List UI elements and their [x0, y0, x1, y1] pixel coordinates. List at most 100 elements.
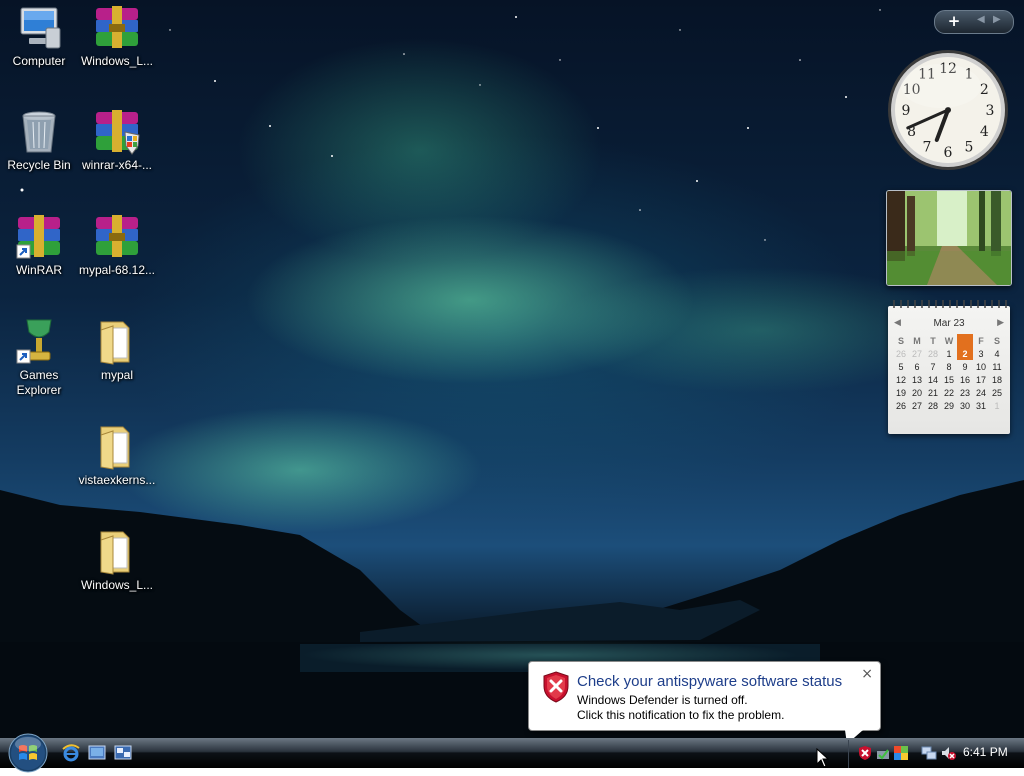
calendar-day[interactable]: 18: [989, 373, 1005, 386]
calendar-day[interactable]: 24: [973, 386, 989, 399]
internet-explorer-icon[interactable]: [62, 744, 80, 762]
calendar-day[interactable]: 21: [925, 386, 941, 399]
sidebar-controls: + ◀ ▶: [934, 10, 1014, 34]
calendar-weekday: S: [897, 335, 904, 346]
close-icon[interactable]: ×: [861, 666, 873, 682]
winrar-shortcut-icon: [15, 213, 63, 261]
next-gadgets-button[interactable]: ▶: [993, 14, 1001, 25]
forest-path-photo: [887, 191, 1011, 285]
folder-icon: [93, 423, 141, 471]
calendar-day[interactable]: 10: [973, 360, 989, 373]
clock-number: 7: [923, 139, 932, 155]
calendar-day[interactable]: 3: [973, 347, 989, 360]
desktop-icon-winrar-installer[interactable]: winrar-x64-...: [78, 108, 156, 173]
icon-label: mypal: [100, 368, 133, 382]
calendar-day[interactable]: 9: [957, 360, 973, 373]
show-desktop-icon[interactable]: [88, 744, 106, 762]
calendar-gadget[interactable]: ◀ Mar 23 ▶ S M T W T F S 26 27 28 1 2 3 4 5 6 7 8 9 10 11 12 1…: [888, 300, 1010, 434]
calendar-day[interactable]: 20: [909, 386, 925, 399]
calendar-day[interactable]: 25: [989, 386, 1005, 399]
clock-number: 4: [980, 124, 989, 140]
network-icon[interactable]: [921, 745, 937, 761]
defender-warning-icon[interactable]: [857, 745, 873, 761]
icon-label: vistaexkerns...: [78, 473, 156, 487]
calendar-day[interactable]: 13: [909, 373, 925, 386]
mouse-cursor-icon: [816, 748, 830, 768]
calendar-day[interactable]: 11: [989, 360, 1005, 373]
desktop-icon-mypal-archive[interactable]: mypal-68.12...: [78, 213, 156, 278]
recycle-bin-icon: [15, 108, 63, 156]
safely-remove-icon[interactable]: [875, 745, 891, 761]
calendar-day[interactable]: 27: [909, 399, 925, 412]
volume-muted-icon[interactable]: [940, 745, 956, 761]
calendar-day[interactable]: 31: [973, 399, 989, 412]
calendar-day[interactable]: 7: [925, 360, 941, 373]
winrar-installer-icon: [93, 108, 141, 156]
start-button[interactable]: [8, 733, 48, 773]
calendar-day[interactable]: 28: [925, 399, 941, 412]
calendar-day[interactable]: 28: [925, 347, 941, 360]
calendar-day[interactable]: 27: [909, 347, 925, 360]
calendar-day[interactable]: 12: [893, 373, 909, 386]
desktop-icon-vistaexkerns-folder[interactable]: vistaexkerns...: [78, 423, 156, 488]
calendar-weekday: S: [993, 335, 1000, 346]
calendar-day[interactable]: 23: [957, 386, 973, 399]
desktop-icon-computer[interactable]: Computer: [0, 4, 78, 69]
desktop-icon-windows-l-folder[interactable]: Windows_L...: [78, 528, 156, 593]
add-gadget-button[interactable]: +: [941, 12, 967, 30]
windows-logo-icon: [8, 733, 48, 773]
calendar-day[interactable]: 8: [941, 360, 957, 373]
games-explorer-icon: [15, 318, 63, 366]
desktop-icon-games-explorer[interactable]: Games Explorer: [0, 318, 78, 398]
calendar-weekday: W: [944, 335, 954, 346]
calendar-next-month-button[interactable]: ▶: [997, 318, 1004, 328]
calendar-today[interactable]: 2: [957, 347, 973, 360]
calendar-day[interactable]: 1: [989, 399, 1005, 412]
calendar-day[interactable]: 1: [941, 347, 957, 360]
calendar-day[interactable]: 14: [925, 373, 941, 386]
icon-label: Recycle Bin: [7, 158, 71, 172]
calendar-month-label: Mar 23: [933, 318, 965, 329]
calendar-rings: [893, 300, 1007, 308]
icon-label: winrar-x64-...: [81, 158, 152, 172]
security-center-icon[interactable]: [893, 745, 909, 761]
winrar-archive-icon: [93, 4, 141, 52]
calendar-day[interactable]: 17: [973, 373, 989, 386]
security-shield-icon: [543, 671, 569, 703]
taskbar-clock[interactable]: 6:41 PM: [963, 745, 1008, 759]
desktop-icon-windows-l-archive[interactable]: Windows_L...: [78, 4, 156, 69]
desktop[interactable]: Computer Windows_L... Recycle Bin winrar…: [0, 0, 1024, 738]
winrar-archive-icon: [93, 213, 141, 261]
desktop-icon-mypal-folder[interactable]: mypal: [78, 318, 156, 383]
calendar-day[interactable]: 30: [957, 399, 973, 412]
notification-title: Check your antispyware software status: [577, 673, 843, 690]
folder-icon: [93, 528, 141, 576]
calendar-day[interactable]: 5: [893, 360, 909, 373]
calendar-weekday: M: [913, 335, 921, 346]
calendar-day[interactable]: 29: [941, 399, 957, 412]
calendar-day[interactable]: 22: [941, 386, 957, 399]
calendar-weekday: T: [957, 334, 973, 347]
previous-gadgets-button[interactable]: ◀: [977, 14, 985, 25]
desktop-icon-recycle-bin[interactable]: Recycle Bin: [0, 108, 78, 173]
calendar-day[interactable]: 4: [989, 347, 1005, 360]
calendar-day[interactable]: 26: [893, 347, 909, 360]
desktop-icon-winrar[interactable]: WinRAR: [0, 213, 78, 278]
icon-label: Windows_L...: [80, 578, 154, 592]
clock-number: 2: [980, 82, 989, 98]
calendar-day[interactable]: 16: [957, 373, 973, 386]
clock-gadget[interactable]: 12 1 2 3 4 5 6 7 8 9 10 11: [886, 48, 1010, 175]
calendar-day[interactable]: 6: [909, 360, 925, 373]
switch-windows-icon[interactable]: [114, 744, 132, 762]
clock-number: 6: [944, 145, 953, 161]
computer-icon: [15, 4, 63, 52]
calendar-day[interactable]: 15: [941, 373, 957, 386]
calendar-day[interactable]: 26: [893, 399, 909, 412]
icon-label: mypal-68.12...: [78, 263, 156, 277]
calendar-weekday: T: [930, 335, 936, 346]
calendar-day[interactable]: 19: [893, 386, 909, 399]
icon-label: WinRAR: [15, 263, 62, 277]
slideshow-gadget[interactable]: [886, 190, 1012, 286]
defender-notification[interactable]: Check your antispyware software status W…: [528, 661, 881, 744]
notification-line-1: Windows Defender is turned off.: [577, 693, 748, 707]
